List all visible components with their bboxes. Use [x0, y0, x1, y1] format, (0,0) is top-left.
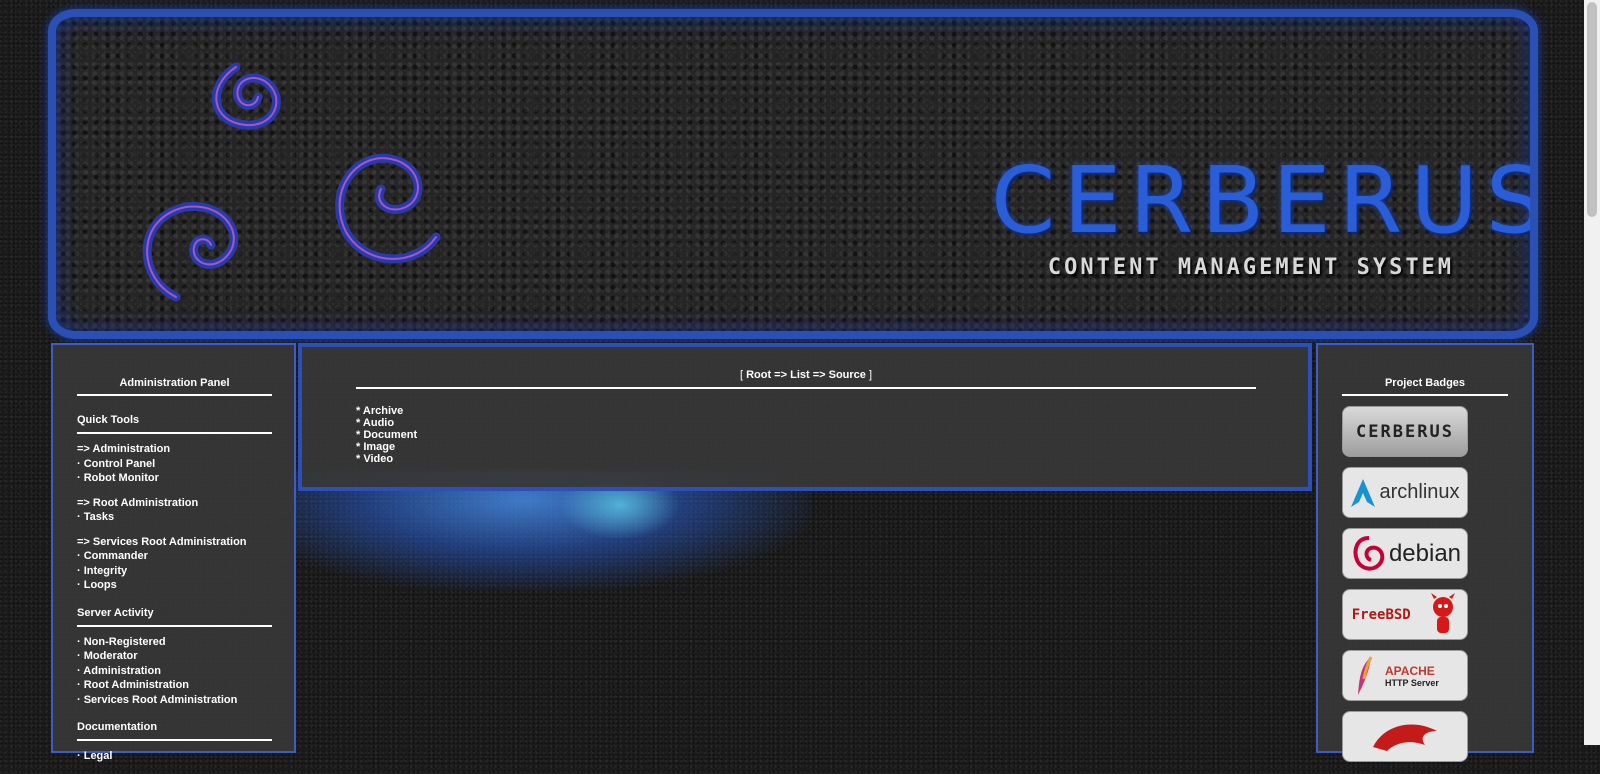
nav-services-root-administration[interactable]: => Services Root Administration [77, 535, 272, 550]
documentation-list: · Legal [77, 749, 272, 764]
freebsd-badge-label: FreeBSD [1351, 606, 1411, 623]
breadcrumb-source[interactable]: Source [829, 369, 866, 381]
brand-subtitle: CONTENT MANAGEMENT SYSTEM [1047, 255, 1455, 280]
activity-moderator[interactable]: · Moderator [77, 649, 272, 664]
activity-non-registered[interactable]: · Non-Registered [77, 635, 272, 650]
administration-panel-title: Administration Panel [77, 377, 272, 396]
documentation-title: Documentation [77, 721, 272, 741]
category-list: * Archive * Audio * Document * Image * V… [356, 405, 1256, 465]
breadcrumb-list[interactable]: List [790, 369, 810, 381]
archlinux-badge-link[interactable]: archlinux [1342, 467, 1468, 518]
quick-tools-group-administration: => Administration · Control Panel · Robo… [77, 442, 272, 486]
brand-logo: CERBERUS CONTENT MANAGEMENT SYSTEM [991, 147, 1538, 281]
freebsd-badge-icon [1431, 592, 1456, 633]
nav-tasks[interactable]: · Tasks [77, 510, 272, 525]
debian-badge-icon [1353, 535, 1385, 570]
archlinux-badge-icon [1351, 478, 1376, 507]
activity-root-administration[interactable]: · Root Administration [77, 678, 272, 693]
debian-badge-link[interactable]: debian [1342, 528, 1468, 579]
site-header-banner: CERBERUS CONTENT MANAGEMENT SYSTEM [48, 9, 1538, 339]
apache-badge-sublabel: HTTP Server [1385, 677, 1439, 688]
category-video[interactable]: * Video [356, 453, 1256, 465]
project-badges-title: Project Badges [1342, 377, 1508, 396]
archlinux-badge-label: archlinux [1379, 481, 1460, 503]
apache-badge-label: APACHE [1385, 663, 1435, 678]
brand-title: CERBERUS [991, 147, 1538, 254]
doc-legal[interactable]: · Legal [77, 749, 272, 764]
quick-tools-title: Quick Tools [77, 414, 272, 434]
cerberus-badge-link[interactable]: CERBERUS [1342, 406, 1468, 457]
nav-root-administration[interactable]: => Root Administration [77, 496, 272, 511]
nav-integrity[interactable]: · Integrity [77, 564, 272, 579]
nav-commander[interactable]: · Commander [77, 549, 272, 564]
quick-tools-group-services-root-administration: => Services Root Administration · Comman… [77, 535, 272, 593]
breadcrumb-close: ] [865, 369, 873, 381]
activity-administration[interactable]: · Administration [77, 664, 272, 679]
breadcrumb-root[interactable]: Root [746, 369, 771, 381]
triskelion-swirl-icon [142, 62, 441, 302]
nav-robot-monitor[interactable]: · Robot Monitor [77, 471, 272, 486]
project-badges-panel: Project Badges CERBERUS archlinux debian… [1316, 343, 1534, 762]
category-image[interactable]: * Image [356, 441, 1256, 453]
category-document[interactable]: * Document [356, 429, 1256, 441]
apache-badge-icon [1358, 655, 1373, 695]
category-audio[interactable]: * Audio [356, 417, 1256, 429]
nav-administration[interactable]: => Administration [77, 442, 272, 457]
nav-loops[interactable]: · Loops [77, 578, 272, 593]
apache-badge-link[interactable]: APACHE HTTP Server [1342, 650, 1468, 701]
quick-tools-group-root-administration: => Root Administration · Tasks [77, 496, 272, 525]
page-scrollbar[interactable] [1584, 0, 1600, 745]
scrollbar-thumb[interactable] [1587, 2, 1597, 217]
red-creature-badge-icon [1373, 723, 1437, 751]
nav-control-panel[interactable]: · Control Panel [77, 457, 272, 472]
server-activity-list: · Non-Registered · Moderator · Administr… [77, 635, 272, 708]
breadcrumb-sep-1: => [771, 369, 791, 381]
debian-badge-label: debian [1388, 539, 1462, 567]
content-panel: [ Root => List => Source ] * Archive * A… [298, 343, 1312, 491]
breadcrumb: [ Root => List => Source ] [356, 369, 1256, 389]
category-archive[interactable]: * Archive [356, 405, 1256, 417]
freebsd-badge-link[interactable]: FreeBSD [1342, 589, 1468, 640]
cerberus-badge-icon: CERBERUS [1356, 421, 1454, 442]
red-creature-badge-link[interactable] [1342, 711, 1468, 762]
server-activity-title: Server Activity [77, 607, 272, 627]
administration-panel: Administration Panel Quick Tools => Admi… [51, 343, 296, 762]
breadcrumb-sep-2: => [809, 369, 829, 381]
activity-services-root-administration[interactable]: · Services Root Administration [77, 693, 272, 708]
